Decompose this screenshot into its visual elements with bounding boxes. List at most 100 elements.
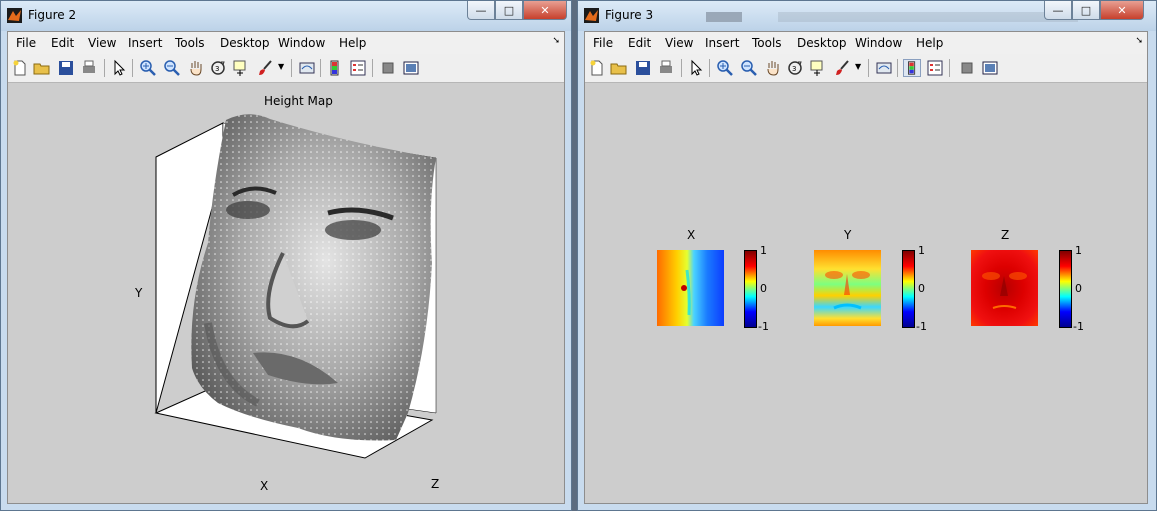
brush-icon[interactable] — [257, 59, 275, 77]
panel-x-image[interactable] — [657, 250, 724, 326]
brush-icon[interactable] — [834, 59, 852, 77]
print-icon[interactable] — [80, 59, 98, 77]
pointer-icon[interactable] — [110, 59, 128, 77]
panel-y-title: Y — [844, 228, 852, 242]
panel-x-tick-max: 1 — [760, 244, 767, 257]
rotate-3d-icon[interactable]: 3 — [786, 59, 804, 77]
brush-dropdown-icon[interactable]: ▼ — [855, 62, 861, 71]
menu-insert[interactable]: Insert — [705, 36, 739, 50]
colorbar-icon[interactable] — [326, 59, 344, 77]
colorbar-icon[interactable] — [903, 59, 921, 77]
panel-y-colorbar — [902, 250, 915, 328]
menu-tools[interactable]: Tools — [175, 36, 205, 50]
panel-z-colorbar — [1059, 250, 1072, 328]
pan-hand-icon[interactable] — [764, 59, 782, 77]
panel-x-tick-zero: 0 — [760, 282, 767, 295]
toolbar-separator — [868, 59, 869, 77]
panel-y-tick-max: 1 — [918, 244, 925, 257]
panel-x-colorbar — [744, 250, 757, 328]
toolbar-separator — [681, 59, 682, 77]
show-plot-tools-icon[interactable] — [402, 59, 420, 77]
toolbar-separator — [897, 59, 898, 77]
panel-y-tick-zero: 0 — [918, 282, 925, 295]
height-map-surface[interactable] — [8, 83, 566, 509]
toolbar-separator — [291, 59, 292, 77]
open-folder-icon[interactable] — [610, 59, 628, 77]
menu-file[interactable]: File — [593, 36, 613, 50]
menu-help[interactable]: Help — [339, 36, 366, 50]
title-bar[interactable]: Figure 3 — □ ✕ — [578, 1, 1156, 31]
panel-z-tick-zero: 0 — [1075, 282, 1082, 295]
show-plot-tools-icon[interactable] — [981, 59, 999, 77]
figure-toolbar: 3 ▼ — [585, 54, 1147, 83]
panel-x-tick-min: -1 — [758, 320, 769, 333]
zoom-in-icon[interactable] — [139, 59, 157, 77]
menu-bar: File Edit View Insert Tools Desktop Wind… — [8, 32, 564, 54]
data-cursor-icon[interactable] — [809, 59, 827, 77]
maximize-button[interactable]: □ — [1072, 1, 1100, 20]
dock-arrow-icon[interactable]: ➘ — [552, 36, 560, 46]
link-plot-icon[interactable] — [875, 59, 893, 77]
menu-desktop[interactable]: Desktop — [220, 36, 270, 50]
taskbar-ghost — [706, 12, 742, 22]
legend-icon[interactable] — [926, 59, 944, 77]
matlab-logo-icon — [584, 8, 599, 23]
rotate-3d-icon[interactable]: 3 — [209, 59, 227, 77]
hide-plot-tools-icon[interactable] — [379, 59, 397, 77]
close-button[interactable]: ✕ — [523, 1, 567, 20]
menu-window[interactable]: Window — [278, 36, 325, 50]
window-title: Figure 3 — [605, 8, 654, 22]
print-icon[interactable] — [657, 59, 675, 77]
open-folder-icon[interactable] — [33, 59, 51, 77]
menu-insert[interactable]: Insert — [128, 36, 162, 50]
zoom-in-icon[interactable] — [716, 59, 734, 77]
pointer-icon[interactable] — [687, 59, 705, 77]
hide-plot-tools-icon[interactable] — [958, 59, 976, 77]
figure-content: File Edit View Insert Tools Desktop Wind… — [7, 31, 565, 504]
panel-z-title: Z — [1001, 228, 1010, 242]
menu-tools[interactable]: Tools — [752, 36, 782, 50]
zoom-out-icon[interactable] — [163, 59, 181, 77]
figure-3-window: Figure 3 — □ ✕ File Edit View Insert Too… — [577, 0, 1157, 511]
menu-bar: File Edit View Insert Tools Desktop Wind… — [585, 32, 1147, 54]
menu-help[interactable]: Help — [916, 36, 943, 50]
save-icon[interactable] — [57, 59, 75, 77]
window-title: Figure 2 — [28, 8, 77, 22]
maximize-button[interactable]: □ — [495, 1, 523, 20]
toolbar-separator — [320, 59, 321, 77]
new-file-icon[interactable] — [588, 59, 606, 77]
menu-view[interactable]: View — [88, 36, 116, 50]
figure-toolbar: 3 ▼ — [8, 54, 564, 83]
panel-y-image[interactable] — [814, 250, 881, 326]
pan-hand-icon[interactable] — [187, 59, 205, 77]
minimize-button[interactable]: — — [467, 1, 495, 20]
dock-arrow-icon[interactable]: ➘ — [1135, 36, 1143, 46]
menu-window[interactable]: Window — [855, 36, 902, 50]
save-icon[interactable] — [634, 59, 652, 77]
panel-z-tick-max: 1 — [1075, 244, 1082, 257]
normal-map-axes-area: X 1 0 -1 Y 1 0 -1 Z 1 0 -1 — [585, 83, 1147, 503]
panel-z-image[interactable] — [971, 250, 1038, 326]
toolbar-separator — [949, 59, 950, 77]
menu-view[interactable]: View — [665, 36, 693, 50]
matlab-logo-icon — [7, 8, 22, 23]
svg-text:3: 3 — [215, 65, 219, 73]
taskbar-ghost — [778, 12, 1078, 22]
legend-icon[interactable] — [349, 59, 367, 77]
link-plot-icon[interactable] — [298, 59, 316, 77]
zoom-out-icon[interactable] — [740, 59, 758, 77]
height-map-axes-area: Height Map Y X Z — [8, 83, 564, 503]
menu-edit[interactable]: Edit — [51, 36, 74, 50]
menu-desktop[interactable]: Desktop — [797, 36, 847, 50]
new-file-icon[interactable] — [11, 59, 29, 77]
figure-content: File Edit View Insert Tools Desktop Wind… — [584, 31, 1148, 504]
toolbar-separator — [372, 59, 373, 77]
menu-file[interactable]: File — [16, 36, 36, 50]
brush-dropdown-icon[interactable]: ▼ — [278, 62, 284, 71]
svg-text:3: 3 — [792, 65, 796, 73]
close-button[interactable]: ✕ — [1100, 1, 1144, 20]
title-bar[interactable]: Figure 2 — □ ✕ — [1, 1, 571, 31]
minimize-button[interactable]: — — [1044, 1, 1072, 20]
data-cursor-icon[interactable] — [232, 59, 250, 77]
menu-edit[interactable]: Edit — [628, 36, 651, 50]
